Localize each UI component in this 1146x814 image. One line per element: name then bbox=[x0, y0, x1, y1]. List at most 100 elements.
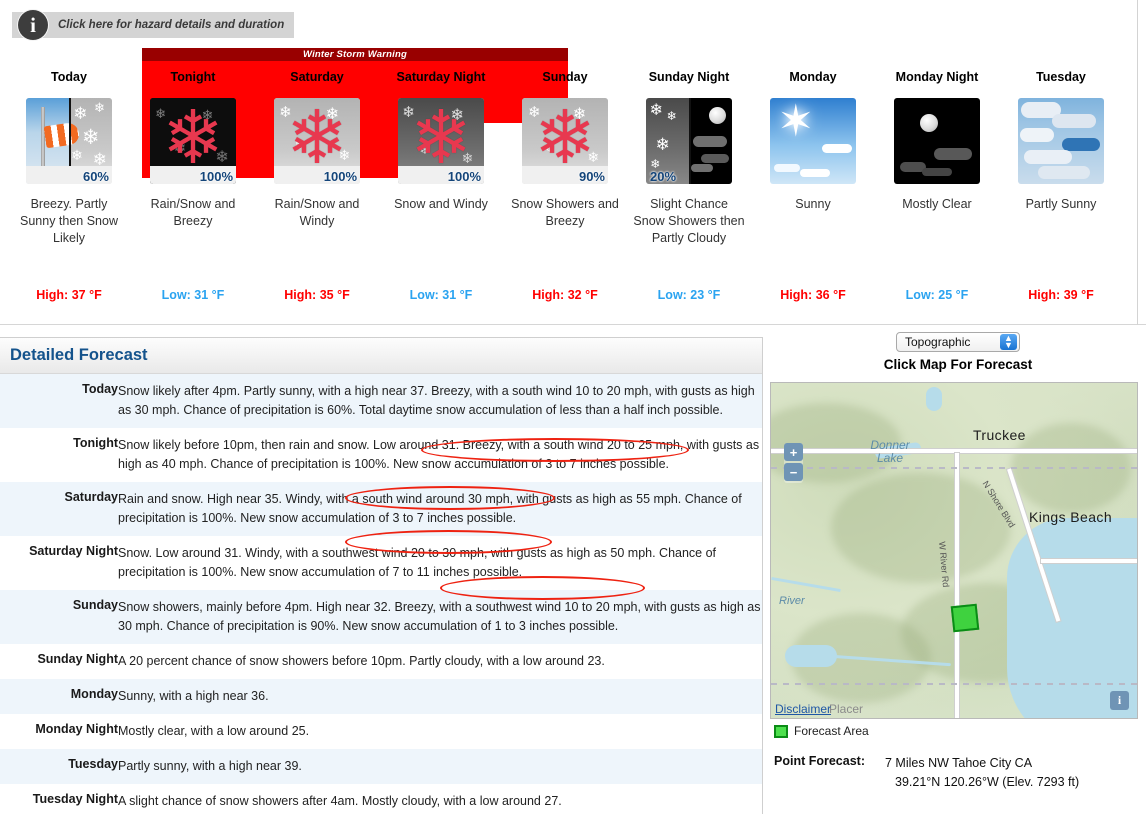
day-temperature: Low: 31 °F bbox=[161, 288, 225, 302]
day-temperature: Low: 23 °F bbox=[657, 288, 721, 302]
precip-chance: 20% bbox=[650, 169, 677, 184]
forecast-card-saturday-night[interactable]: Saturday Night ❄ ❄ ❄ ❄ ❄ 100% Snow and W… bbox=[379, 60, 503, 320]
row-label: Tuesday bbox=[68, 757, 118, 771]
day-description: Snow Showers and Breezy bbox=[511, 197, 619, 228]
road-county-boundary bbox=[771, 467, 1137, 469]
row-text: Snow likely before 10pm, then rain and s… bbox=[118, 438, 760, 471]
day-temperature: High: 39 °F bbox=[1028, 288, 1094, 302]
chevron-updown-icon[interactable]: ▲ ▼ bbox=[1000, 334, 1017, 350]
point-forecast-coordinates: 39.21°N 120.26°W (Elev. 7293 ft) bbox=[895, 775, 1080, 789]
table-row: Tonight Snow likely before 10pm, then ra… bbox=[0, 428, 762, 482]
lake-tahoe-water bbox=[1007, 518, 1137, 718]
forecast-card-monday-night[interactable]: Monday Night Mostly Clear Low: 25 °F bbox=[875, 60, 999, 320]
forecast-card-tuesday[interactable]: Tuesday Partly Sunny High: 39 °F bbox=[999, 60, 1123, 320]
map-layer-value: Topographic bbox=[905, 335, 971, 349]
day-name: Saturday bbox=[290, 70, 344, 84]
mostly-clear-night-icon bbox=[894, 98, 980, 184]
map-label-lake-tahoe: Lake Tahoe bbox=[1064, 718, 1126, 719]
zoom-out-button[interactable]: − bbox=[784, 463, 803, 481]
row-label: Saturday Night bbox=[29, 544, 118, 558]
row-label: Tonight bbox=[73, 436, 118, 450]
info-icon: i bbox=[18, 10, 48, 40]
day-name: Monday bbox=[789, 70, 837, 84]
seven-day-forecast: Today ❄ ❄ ❄ ❄ ❄ 60% Breezy. Partly Sunny… bbox=[0, 60, 1146, 320]
page-title: Detailed Forecast bbox=[10, 346, 148, 364]
snow-partly-cloudy-night-icon: ❄ ❄ ❄ ❄ 20% bbox=[646, 98, 732, 184]
zoom-in-button[interactable]: + bbox=[784, 443, 803, 461]
row-text: Sunny, with a high near 36. bbox=[118, 689, 269, 703]
map-label-river: River bbox=[779, 595, 805, 607]
snow-wind-icon: ❄ ❄ ❄ ❄ ❄ 100% bbox=[398, 98, 484, 184]
forecast-area-polygon bbox=[950, 603, 980, 633]
stream-water-2 bbox=[771, 576, 841, 593]
table-row: Today Snow likely after 4pm. Partly sunn… bbox=[0, 374, 762, 428]
day-description: Breezy. Partly Sunny then Snow Likely bbox=[20, 197, 118, 245]
detailed-forecast-panel: Detailed Forecast Today Snow likely afte… bbox=[0, 337, 763, 814]
map-layer-select[interactable]: Topographic ▲ ▼ bbox=[896, 332, 1020, 352]
row-text: Snow showers, mainly before 4pm. High ne… bbox=[118, 600, 761, 633]
point-forecast-location: 7 Miles NW Tahoe City CA bbox=[885, 756, 1033, 770]
snow-rain-icon: ❄ ❄ ❄ ❄ ❄ 100% bbox=[274, 98, 360, 184]
map-zoom-controls[interactable]: + − bbox=[784, 443, 803, 483]
row-text: Partly sunny, with a high near 39. bbox=[118, 759, 302, 773]
day-temperature: High: 37 °F bbox=[36, 288, 102, 302]
precip-chance: 100% bbox=[199, 169, 233, 184]
table-row: Monday Sunny, with a high near 36. bbox=[0, 679, 762, 714]
table-row: Saturday Rain and snow. High near 35. Wi… bbox=[0, 482, 762, 536]
day-name: Sunday bbox=[542, 70, 588, 84]
road-east bbox=[1041, 559, 1137, 563]
forecast-card-sunday[interactable]: Sunday ❄ ❄ ❄ ❄ ❄ 90% Snow Showers and Br… bbox=[503, 60, 627, 320]
map-caption: Click Map For Forecast bbox=[883, 357, 1033, 372]
row-label: Saturday bbox=[64, 490, 119, 504]
forecast-card-tonight[interactable]: Tonight ❄ ❄ ❄ ❄ ❄ 100% Rain/Snow and Bre… bbox=[131, 60, 255, 320]
row-text: Rain and snow. High near 35. Windy, with… bbox=[118, 492, 742, 525]
forecast-area-swatch bbox=[774, 724, 788, 738]
map-info-button[interactable]: i bbox=[1110, 691, 1129, 710]
day-name: Monday Night bbox=[895, 70, 979, 84]
map-column: Topographic ▲ ▼ Click Map For Forecast T… bbox=[770, 332, 1146, 792]
forecast-card-saturday[interactable]: Saturday ❄ ❄ ❄ ❄ ❄ 100% Rain/Snow and Wi… bbox=[255, 60, 379, 320]
day-name: Tuesday bbox=[1036, 70, 1086, 84]
disclaimer-link[interactable]: Disclaimer bbox=[775, 702, 831, 716]
day-temperature: High: 36 °F bbox=[780, 288, 846, 302]
table-row: Sunday Night A 20 percent chance of snow… bbox=[0, 644, 762, 679]
road-county-boundary-2 bbox=[771, 683, 1137, 685]
day-temperature: High: 35 °F bbox=[284, 288, 350, 302]
section-divider bbox=[0, 324, 1146, 325]
detailed-forecast-table: Today Snow likely after 4pm. Partly sunn… bbox=[0, 374, 762, 814]
precip-chance: 100% bbox=[447, 169, 481, 184]
map-label-truckee: Truckee bbox=[973, 427, 1026, 443]
row-label: Sunday Night bbox=[37, 652, 118, 666]
day-description: Rain/Snow and Breezy bbox=[150, 197, 236, 228]
row-text: Mostly clear, with a low around 25. bbox=[118, 724, 310, 738]
day-temperature: Low: 25 °F bbox=[905, 288, 969, 302]
day-name: Sunday Night bbox=[648, 70, 730, 84]
day-description: Snow and Windy bbox=[394, 197, 488, 211]
wind-snow-icon: ❄ ❄ ❄ ❄ ❄ 60% bbox=[26, 98, 112, 184]
day-name: Today bbox=[51, 70, 87, 84]
day-name: Saturday Night bbox=[396, 70, 486, 84]
table-row: Sunday Snow showers, mainly before 4pm. … bbox=[0, 590, 762, 644]
detailed-forecast-header: Detailed Forecast bbox=[0, 338, 762, 374]
day-description: Sunny bbox=[795, 197, 831, 211]
upper-lake-water bbox=[926, 387, 942, 411]
forecast-map[interactable]: Truckee Donner Lake Kings Beach Lake Tah… bbox=[770, 382, 1138, 719]
hazard-details-banner[interactable]: i Click here for hazard details and dura… bbox=[12, 10, 295, 40]
table-row: Saturday Night Snow. Low around 31. Wind… bbox=[0, 536, 762, 590]
point-forecast-label: Point Forecast: bbox=[774, 754, 865, 768]
day-temperature: Low: 31 °F bbox=[409, 288, 473, 302]
row-label: Today bbox=[82, 382, 118, 396]
forecast-card-monday[interactable]: Monday ✶ Sunny High: 36 °F bbox=[751, 60, 875, 320]
table-row: Tuesday Night A slight chance of snow sh… bbox=[0, 784, 762, 814]
row-text: Snow likely after 4pm. Partly sunny, wit… bbox=[118, 384, 755, 417]
day-name: Tonight bbox=[170, 70, 216, 84]
day-description: Mostly Clear bbox=[902, 197, 972, 211]
map-label-donner-lake: Donner Lake bbox=[870, 438, 910, 465]
forecast-card-today[interactable]: Today ❄ ❄ ❄ ❄ ❄ 60% Breezy. Partly Sunny… bbox=[7, 60, 131, 320]
forecast-card-sunday-night[interactable]: Sunday Night ❄ ❄ ❄ ❄ 20% Slight Chance S… bbox=[627, 60, 751, 320]
point-forecast-section: Point Forecast: 7 Miles NW Tahoe City CA… bbox=[770, 754, 1146, 792]
partly-sunny-icon bbox=[1018, 98, 1104, 184]
day-description: Partly Sunny bbox=[1025, 197, 1097, 211]
map-label-placer: Placer bbox=[829, 702, 864, 716]
forecast-area-label: Forecast Area bbox=[794, 724, 869, 738]
